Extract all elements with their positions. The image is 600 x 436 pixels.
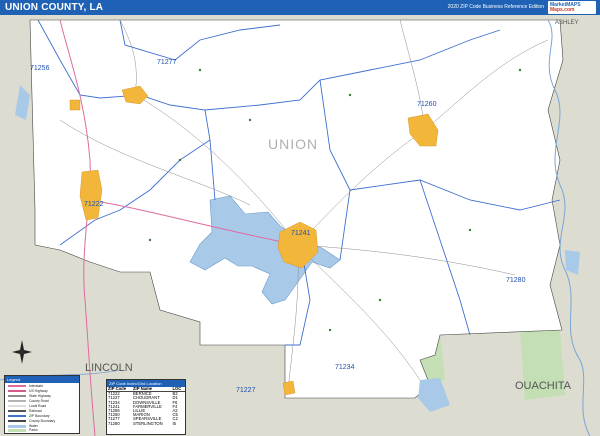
neighbor-north-label: ASHLEY <box>555 20 579 26</box>
zip-label: 71222 <box>84 201 104 208</box>
zip-label: 71256 <box>30 65 50 72</box>
map-legend: Legend Interstate US Highway State Highw… <box>4 375 80 434</box>
zip-label: 71280 <box>506 277 526 284</box>
town-downsville <box>282 380 296 396</box>
zip-label: 71241 <box>291 230 311 237</box>
map-frame: UNION COUNTY, LA 2020 ZIP Code Business … <box>0 0 600 436</box>
map-title: UNION COUNTY, LA <box>5 2 104 13</box>
legend-title: Legend <box>5 376 79 383</box>
zip-label: 71277 <box>157 59 177 66</box>
zip-index-grid: ZIP Code ZIP Name LOC 71222 BERNICE B3 712… <box>107 387 185 426</box>
neighbor-sw-label: LINCOLN <box>85 362 133 374</box>
compass-rose-icon <box>12 340 32 364</box>
zip-label: 71260 <box>417 101 437 108</box>
county-map[interactable]: UNION ASHLEY LINCOLN OUACHITA 71256 7127… <box>0 15 600 436</box>
town-lillie <box>69 99 81 111</box>
logo-text-2: Maps.com <box>550 7 575 13</box>
edition-label: 2020 ZIP Code Business Reference Edition <box>447 4 544 10</box>
zip-label: 71234 <box>335 364 355 371</box>
county-label: UNION <box>268 136 318 152</box>
title-bar: UNION COUNTY, LA 2020 ZIP Code Business … <box>0 0 600 15</box>
neighbor-se-label: OUACHITA <box>515 380 572 392</box>
zip-label: 71227 <box>236 387 256 394</box>
publisher-logo: MarketMAPS Maps.com <box>548 1 596 14</box>
table-row: 71280 STERLINGTON I5 <box>108 420 176 426</box>
zip-index-table: ZIP Code Index/Grid Location ZIP Code ZI… <box>106 379 186 435</box>
